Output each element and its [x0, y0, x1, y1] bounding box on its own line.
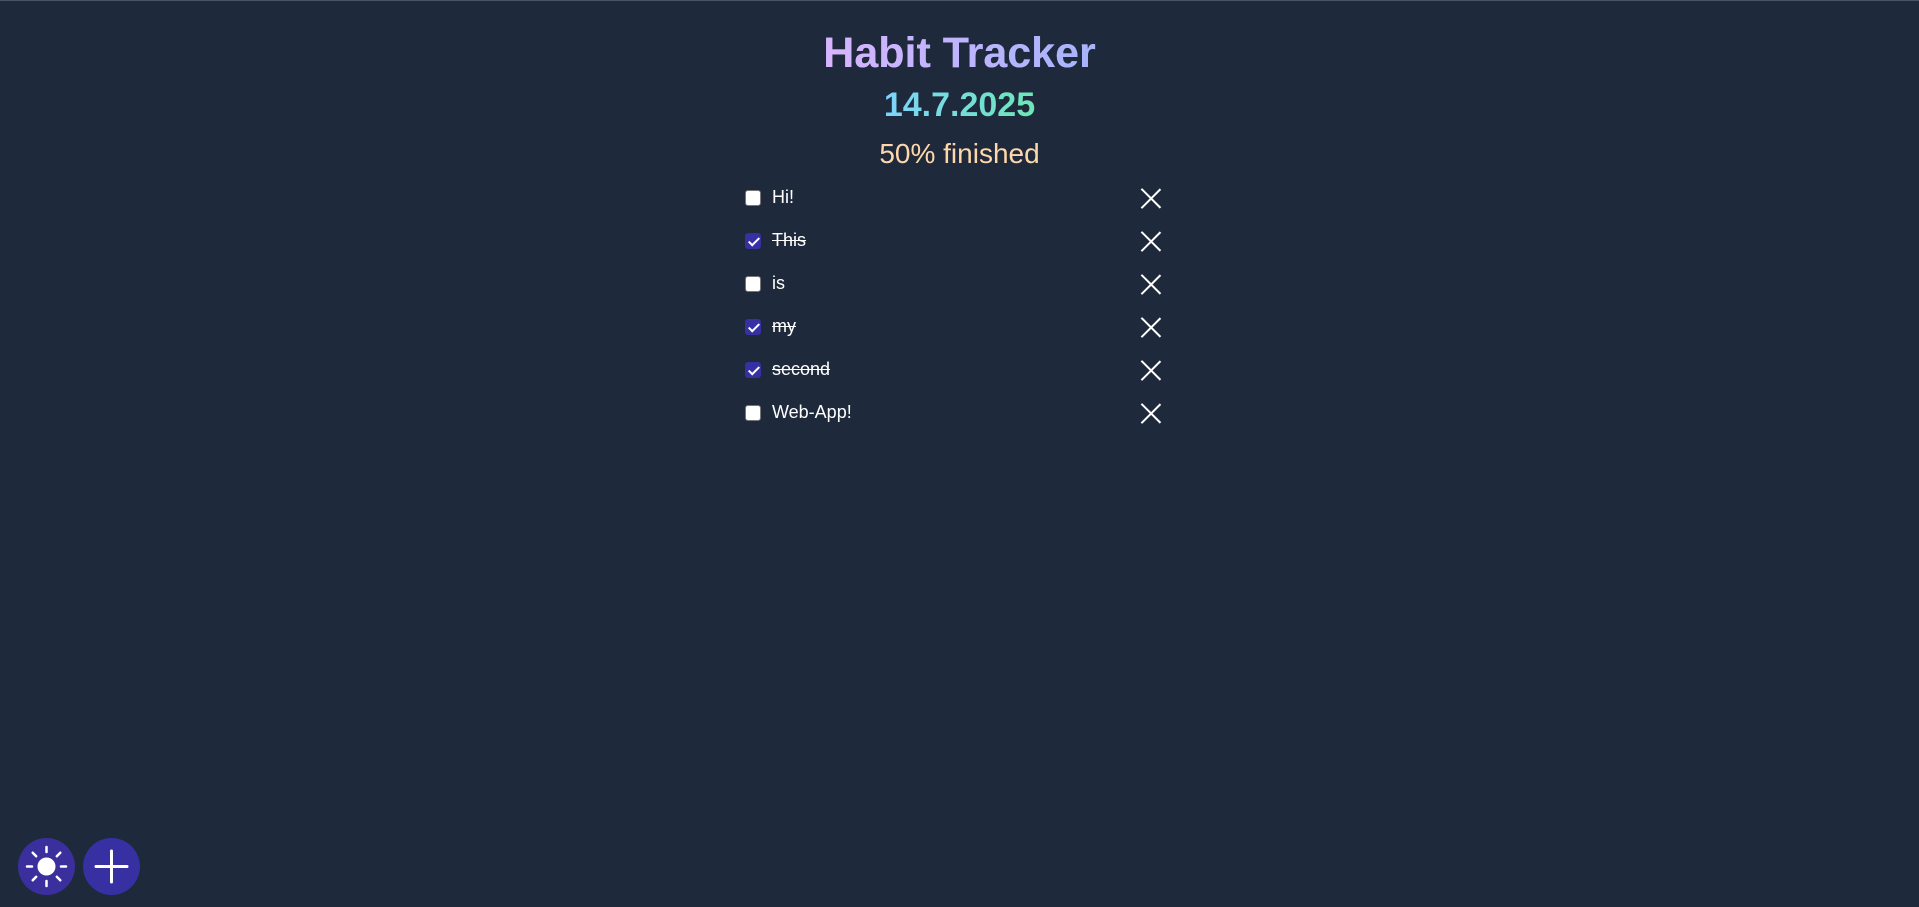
current-date-text: 14.7.2025 [883, 86, 1036, 124]
app-title: Habit Tracker [0, 27, 1919, 79]
habit-label: This [772, 230, 807, 250]
theme-toggle-button[interactable] [18, 838, 75, 895]
app-title-text: Habit Tracker [823, 29, 1096, 77]
habit-item: my [745, 310, 1165, 353]
close-icon[interactable] [1140, 274, 1162, 296]
plus-icon [94, 849, 129, 884]
habit-label: is [772, 273, 785, 293]
close-icon[interactable] [1140, 360, 1162, 382]
progress-text: 50% finished [879, 138, 1040, 169]
habit-label: my [772, 316, 796, 336]
habit-checkbox[interactable] [745, 319, 761, 335]
habit-item: second [745, 353, 1165, 396]
habit-checkbox[interactable] [745, 276, 761, 292]
current-date: 14.7.2025 [0, 85, 1919, 125]
habit-item: Hi! [745, 181, 1165, 224]
sun-icon [25, 845, 68, 888]
habit-checkbox[interactable] [745, 233, 761, 249]
habit-list: Hi! This is my second Web-App! [745, 181, 1165, 439]
add-habit-button[interactable] [83, 838, 140, 895]
habit-item: is [745, 267, 1165, 310]
habit-label: Web-App! [772, 402, 852, 422]
habit-checkbox[interactable] [745, 405, 761, 421]
close-icon[interactable] [1140, 231, 1162, 253]
close-icon[interactable] [1140, 188, 1162, 210]
habit-item: This [745, 224, 1165, 267]
close-icon[interactable] [1140, 317, 1162, 339]
habit-checkbox[interactable] [745, 362, 761, 378]
close-icon[interactable] [1140, 403, 1162, 425]
habit-item: Web-App! [745, 396, 1165, 439]
habit-label: second [772, 359, 831, 379]
habit-checkbox[interactable] [745, 190, 761, 206]
habit-label: Hi! [772, 187, 794, 207]
